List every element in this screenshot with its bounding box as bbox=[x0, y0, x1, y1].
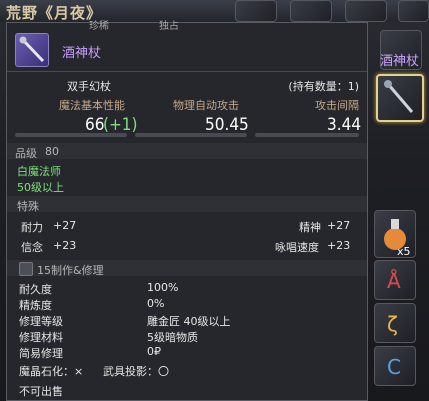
repair-value: 5级暗物质 bbox=[147, 331, 198, 344]
repair-value: 雕金匠 40级以上 bbox=[147, 315, 231, 328]
hotbar-slot[interactable]: ζ bbox=[374, 303, 416, 343]
magic-damage-value: 66 bbox=[85, 115, 105, 135]
special-label: 特殊 bbox=[17, 200, 39, 213]
unique-tab: 独占 bbox=[159, 21, 179, 32]
repair-label: 修理等级 bbox=[19, 315, 63, 328]
hotbar-slot[interactable]: C bbox=[374, 346, 416, 386]
repair-label: 精炼度 bbox=[19, 299, 52, 312]
selected-staff-slot[interactable] bbox=[376, 74, 424, 122]
item-tooltip: 珍稀 独占 酒神杖 双手幻杖 (持有数量：1) 魔法基本性能 物理自动攻击 攻击… bbox=[6, 21, 368, 401]
delay-value: 3.44 bbox=[327, 115, 362, 135]
rarity-tab: 珍稀 bbox=[89, 21, 109, 32]
stat-value: +27 bbox=[327, 219, 351, 232]
job-requirement: 白魔法师 bbox=[17, 165, 61, 178]
repair-value: 0% bbox=[147, 297, 165, 310]
item-icon bbox=[15, 33, 49, 67]
item-level-row bbox=[7, 143, 367, 159]
potion-slot[interactable]: x5 bbox=[374, 210, 416, 258]
stat-bar bbox=[15, 133, 127, 137]
stat-value: +27 bbox=[53, 219, 77, 232]
magic-damage-header: 魔法基本性能 bbox=[59, 99, 125, 112]
crafting-icon bbox=[19, 262, 33, 276]
skill-icon: ζ bbox=[387, 312, 398, 336]
stat-label: 耐力 bbox=[21, 221, 43, 234]
stat-value: +23 bbox=[327, 239, 351, 252]
stat-bar bbox=[135, 133, 247, 137]
glamour-status: 武具投影：〇 bbox=[103, 365, 169, 378]
materia-status: 魔晶石化：× bbox=[19, 365, 84, 378]
skill-icon: Å bbox=[387, 269, 401, 293]
item-type: 双手幻杖 bbox=[67, 80, 111, 93]
right-item-name: 酒神杖 bbox=[380, 54, 420, 69]
stat-label: 咏唱速度 bbox=[275, 241, 319, 254]
stat-label: 信念 bbox=[21, 241, 43, 254]
auto-attack-header: 物理自动攻击 bbox=[173, 99, 239, 112]
auto-attack-value: 50.45 bbox=[205, 115, 249, 135]
divider bbox=[7, 71, 367, 72]
repair-label: 简易修理 bbox=[19, 347, 63, 360]
stat-label: 精神 bbox=[299, 221, 321, 234]
magic-damage-bonus: (+1) bbox=[103, 115, 138, 135]
inventory-slot[interactable] bbox=[398, 0, 429, 22]
special-section bbox=[7, 196, 367, 212]
repair-value: 100% bbox=[147, 281, 179, 294]
staff-icon bbox=[19, 36, 45, 63]
repair-label: 修理材料 bbox=[19, 331, 63, 344]
unsellable-note: 不可出售 bbox=[19, 385, 63, 398]
stat-value: +23 bbox=[53, 239, 77, 252]
hotbar-slot[interactable]: Å bbox=[374, 260, 416, 300]
repair-label: 耐久度 bbox=[19, 283, 52, 296]
item-level-value: 80 bbox=[45, 145, 59, 158]
stack-count: x5 bbox=[397, 245, 411, 258]
delay-header: 攻击间隔 bbox=[315, 99, 359, 112]
item-name: 酒神杖 bbox=[62, 46, 102, 61]
level-requirement: 50级以上 bbox=[17, 181, 64, 194]
item-level-label: 品级 bbox=[15, 147, 37, 160]
stat-bar bbox=[255, 133, 359, 137]
craft-header: 15制作&修理 bbox=[37, 264, 104, 277]
skill-icon: C bbox=[387, 355, 401, 379]
repair-value: 0₽ bbox=[147, 345, 161, 358]
staff-icon bbox=[384, 80, 414, 113]
owned-count: (持有数量：1) bbox=[288, 80, 359, 93]
